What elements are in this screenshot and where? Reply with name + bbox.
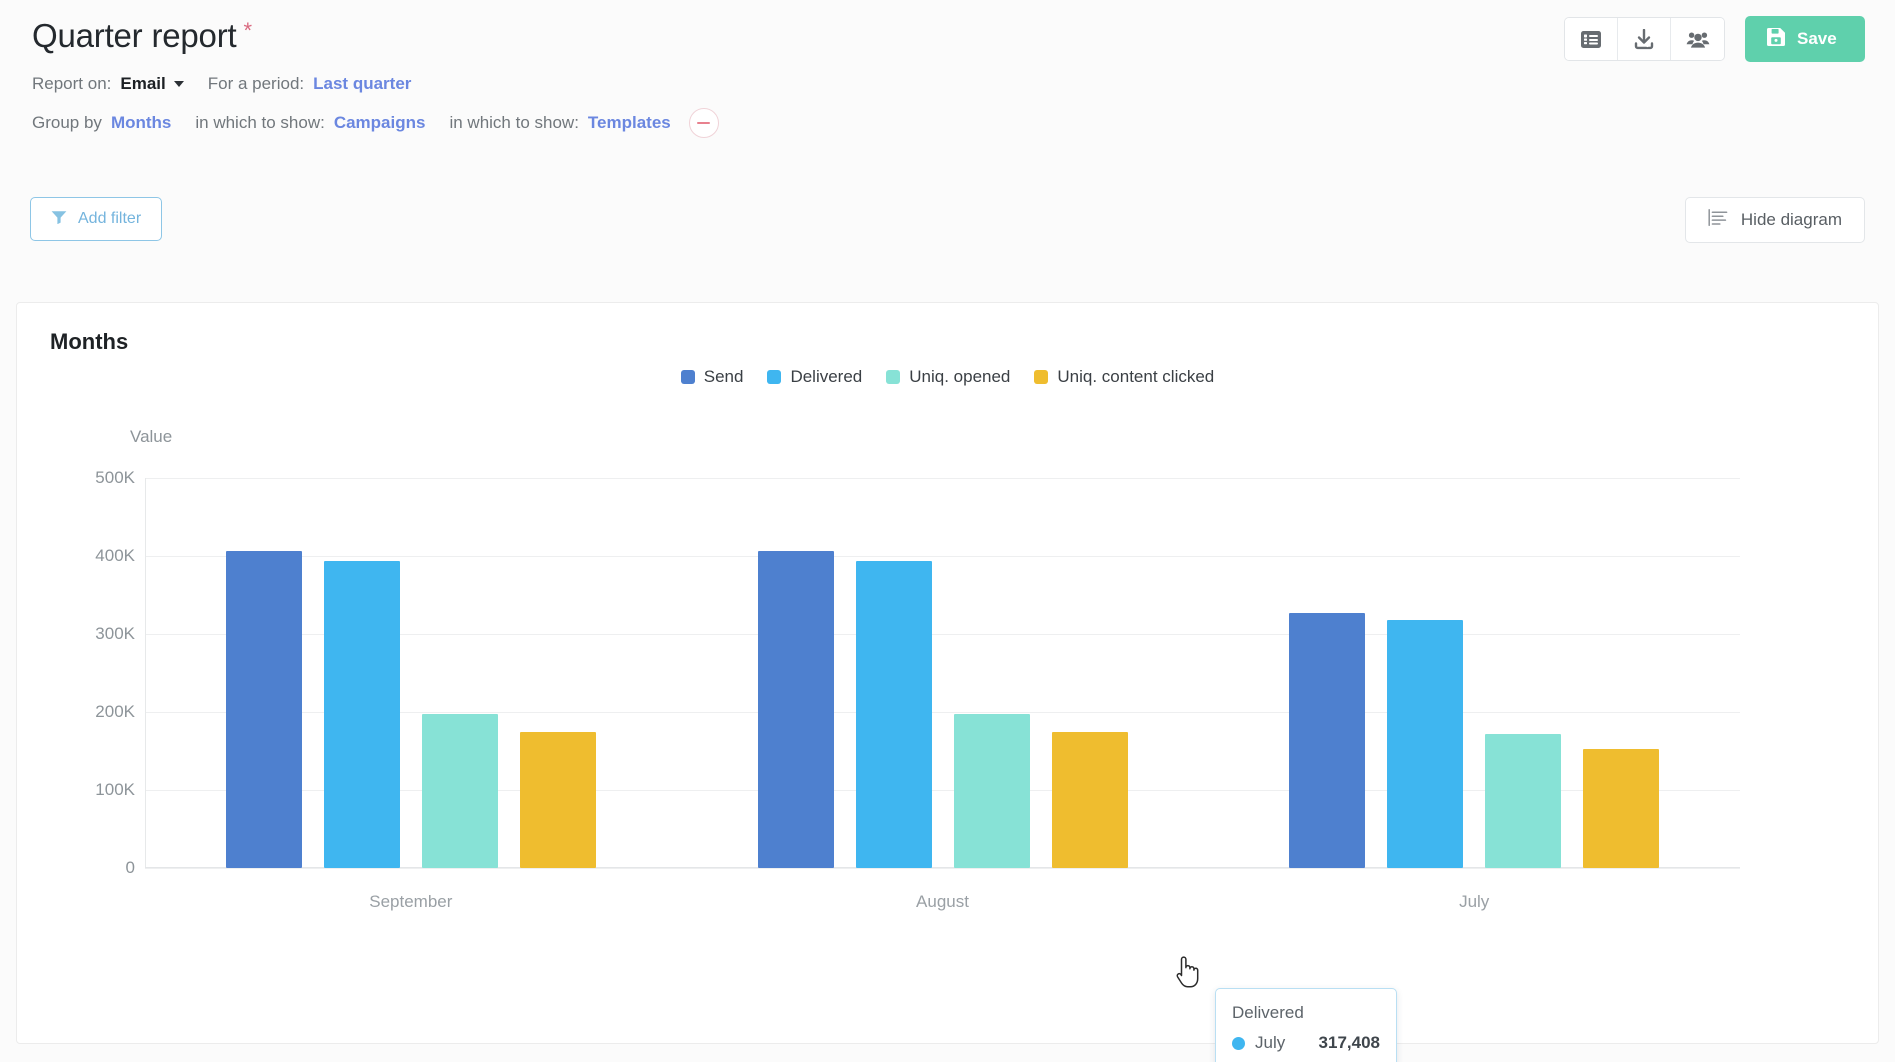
bar[interactable]: [1485, 733, 1562, 868]
table-list-icon: [1580, 30, 1602, 49]
legend-item[interactable]: Send: [680, 367, 744, 387]
bar-groups: September August July: [145, 478, 1740, 911]
tooltip-row: July 317,408: [1232, 1033, 1380, 1053]
bar[interactable]: [953, 713, 1030, 868]
legend-swatch-icon: [1034, 370, 1049, 384]
share-users-button[interactable]: [1671, 18, 1724, 60]
tooltip-value: 317,408: [1318, 1033, 1380, 1052]
filter-toolbar: Add filter Hide diagram: [30, 197, 1865, 243]
save-button-label: Save: [1797, 29, 1837, 48]
diagram-bars-icon: [1708, 209, 1728, 231]
legend-swatch-icon: [767, 370, 782, 384]
show-value-1-link[interactable]: Campaigns: [334, 113, 426, 133]
legend-item[interactable]: Uniq. content clicked: [1034, 367, 1214, 387]
report-scope-row: Report on: Email For a period: Last quar…: [32, 74, 1865, 94]
bar[interactable]: [519, 731, 596, 868]
x-axis-label: August: [916, 892, 969, 911]
x-axis-label: July: [1459, 892, 1490, 911]
bar[interactable]: [855, 560, 932, 868]
chart-legend: Send Delivered Uniq. opened Uniq. content c…: [17, 367, 1878, 387]
grouping-row: Group by Months in which to show: Campai…: [32, 108, 1865, 139]
legend-item[interactable]: Delivered: [767, 367, 862, 387]
required-asterisk: *: [243, 18, 253, 43]
save-button[interactable]: Save: [1745, 16, 1865, 62]
y-tick-label: 500K: [95, 468, 135, 487]
show-label-1: in which to show:: [195, 113, 325, 133]
y-tick-label: 300K: [95, 624, 135, 643]
tooltip-category: July: [1255, 1033, 1286, 1052]
table-view-button[interactable]: [1565, 18, 1618, 60]
add-filter-label: Add filter: [78, 210, 142, 227]
bar[interactable]: [1051, 731, 1128, 868]
page-header: Quarter report * Report on: Email For a …: [0, 0, 1895, 139]
legend-swatch-icon: [886, 370, 901, 384]
download-icon: [1633, 28, 1655, 50]
chart-grid: September August July: [145, 478, 1740, 911]
legend-label: Uniq. content clicked: [1057, 367, 1215, 386]
legend-label: Send: [703, 367, 744, 386]
group-by-label: Group by: [32, 113, 102, 133]
show-label-2: in which to show:: [449, 113, 579, 133]
chart-card-title: Months: [50, 329, 129, 354]
save-disk-icon: [1767, 27, 1786, 51]
chart-tooltip: Delivered July 317,408: [1215, 988, 1397, 1062]
chart-plot-area: Value 0 100K 200K 300K 400K 500K September Aug…: [17, 413, 1878, 1062]
bar[interactable]: [1387, 620, 1464, 868]
y-tick-label: 400K: [95, 546, 135, 565]
bar[interactable]: [323, 560, 400, 868]
grid-line: [145, 868, 1740, 869]
hide-diagram-button[interactable]: Hide diagram: [1684, 197, 1865, 243]
period-value-link[interactable]: Last quarter: [313, 74, 411, 94]
chart-card: Months Send Delivered Uniq. opened Uniq. co…: [16, 302, 1879, 1062]
page-title: Quarter report: [32, 17, 237, 54]
y-axis-title: Value: [130, 427, 173, 446]
report-on-value: Email: [120, 74, 166, 94]
mouse-cursor: [1173, 953, 1203, 994]
view-action-group: [1564, 17, 1725, 61]
bar-group: September: [145, 478, 677, 911]
bar-group: August: [677, 478, 1209, 911]
header-actions: Save: [1564, 16, 1865, 62]
hide-diagram-label: Hide diagram: [1740, 210, 1842, 229]
bar[interactable]: [757, 551, 834, 868]
bar[interactable]: [1583, 749, 1660, 868]
legend-item[interactable]: Uniq. opened: [886, 367, 1010, 387]
report-on-select[interactable]: Email: [120, 74, 184, 94]
y-tick-label: 200K: [95, 702, 135, 721]
bar[interactable]: [421, 714, 498, 868]
group-by-value-link[interactable]: Months: [111, 113, 171, 133]
tooltip-color-dot: [1232, 1036, 1245, 1050]
legend-label: Uniq. opened: [909, 367, 1011, 386]
show-value-2-link[interactable]: Templates: [588, 113, 671, 133]
bar-group: July: [1208, 478, 1740, 911]
filter-funnel-icon: [51, 210, 67, 229]
x-axis-label: September: [369, 892, 453, 911]
report-on-label: Report on:: [32, 74, 112, 94]
download-button[interactable]: [1618, 18, 1671, 60]
y-axis-ticks: 0 100K 200K 300K 400K 500K: [17, 413, 135, 1003]
minus-icon: [697, 122, 711, 125]
legend-label: Delivered: [790, 367, 863, 386]
chevron-down-icon: [173, 81, 184, 88]
period-label: For a period:: [207, 74, 305, 94]
tooltip-series-name: Delivered: [1232, 1003, 1304, 1022]
bar[interactable]: [225, 551, 302, 868]
users-icon: [1686, 30, 1710, 49]
y-tick-label: 100K: [95, 780, 135, 799]
add-filter-button[interactable]: Add filter: [30, 197, 163, 241]
bar[interactable]: [1289, 612, 1366, 868]
report-page: Quarter report * Report on: Email For a …: [0, 0, 1895, 1062]
y-tick-label: 0: [125, 858, 135, 877]
remove-grouping-button[interactable]: [688, 108, 719, 139]
legend-swatch-icon: [680, 370, 695, 384]
